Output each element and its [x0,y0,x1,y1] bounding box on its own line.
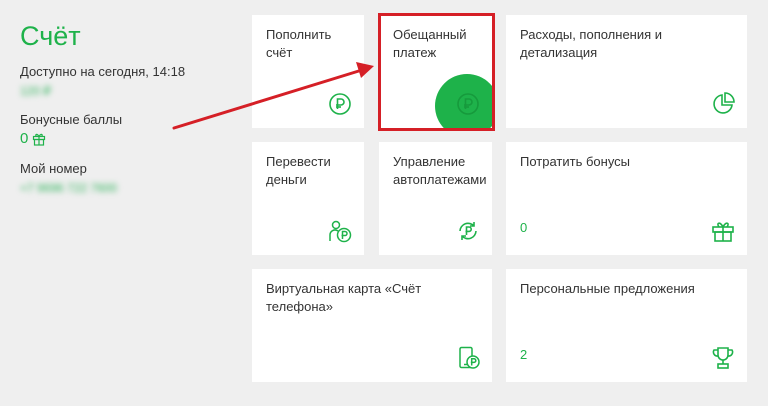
gift-icon [33,133,46,146]
tile-spend-bonuses[interactable]: Потратить бонусы 0 [506,142,747,255]
available-value: 120 ₽ [20,84,51,98]
tile-promised-payment[interactable]: Обещанный платеж [379,15,492,128]
tile-top-up[interactable]: Пополнить счёт [252,15,364,128]
available-label: Доступно на сегодня, 14:18 [20,64,186,79]
tile-virtual-card[interactable]: Виртуальная карта «Счёт телефона» [252,269,492,382]
trophy-icon [712,347,734,369]
tile-title: Пополнить счёт [266,27,332,60]
tile-title: Управление автоплатежами [393,154,487,187]
bonus-value: 0 [20,130,29,147]
bonus-value-row[interactable]: 0 [20,130,220,147]
autopay-cycle-icon [459,222,477,240]
tile-title: Перевести деньги [266,154,331,187]
gift-icon [712,222,734,242]
tile-expenses[interactable]: Расходы, пополнения и детализация [506,15,747,128]
tile-offers[interactable]: Персональные предложения 2 [506,269,747,382]
tile-title: Виртуальная карта «Счёт телефона» [266,281,422,314]
account-panel: Счёт Доступно на сегодня, 14:18 120 ₽ Бо… [20,20,220,195]
tile-autopay[interactable]: Управление автоплатежами [379,142,492,255]
tile-count: 0 [520,220,528,235]
tile-title: Потратить бонусы [520,154,631,169]
pie-chart-icon [713,92,735,114]
ruble-circle-icon [457,93,479,115]
ruble-circle-icon [329,93,351,115]
tile-title: Персональные предложения [520,281,695,296]
tile-title: Обещанный платеж [393,27,467,60]
bonus-label: Бонусные баллы [20,112,123,127]
person-ruble-icon [329,220,352,243]
page-title: Счёт [20,21,81,51]
tile-title: Расходы, пополнения и детализация [520,27,663,60]
number-label: Мой номер [20,161,87,176]
number-value: +7 9696 722 7600 [20,181,118,195]
phone-ruble-icon [459,346,480,369]
tile-transfer[interactable]: Перевести деньги [252,142,364,255]
tile-count: 2 [520,347,528,362]
